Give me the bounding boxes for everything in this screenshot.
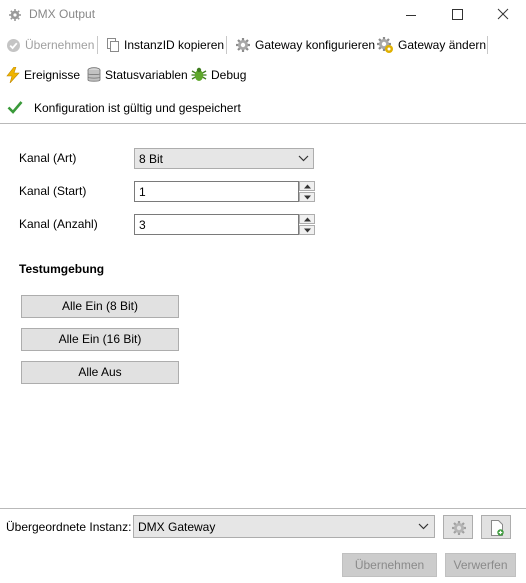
arrow-up-icon — [304, 217, 311, 222]
gear-change-icon — [377, 37, 393, 53]
window-title: DMX Output — [29, 7, 96, 21]
new-parent-button[interactable] — [481, 515, 511, 539]
close-icon — [497, 8, 509, 20]
checkmark-icon — [7, 101, 23, 114]
spin-up-button[interactable] — [299, 214, 315, 224]
divider — [0, 123, 526, 124]
database-icon — [87, 67, 101, 82]
gear-icon — [9, 9, 21, 21]
toolbar-separator — [226, 36, 227, 54]
toolbar-separator — [487, 36, 488, 54]
arrow-down-icon — [304, 228, 311, 233]
toolbar-separator — [97, 36, 98, 54]
toolbar-main: Übernehmen InstanzID kopieren Gateway ko… — [0, 30, 526, 60]
channel-start-value: 1 — [139, 185, 146, 199]
change-gateway-label: Gateway ändern — [398, 38, 487, 52]
gear-icon — [452, 521, 466, 535]
toolbar-secondary: Ereignisse Statusvariablen Debug — [0, 60, 526, 90]
copy-instance-id-label: InstanzID kopieren — [124, 38, 225, 52]
change-gateway-button[interactable]: Gateway ändern — [376, 35, 486, 55]
check-circle-icon — [7, 38, 20, 52]
spin-down-button[interactable] — [299, 192, 315, 202]
spin-up-button[interactable] — [299, 181, 315, 191]
channel-start-spinner — [299, 181, 315, 202]
minimize-icon — [406, 15, 416, 16]
title-bar: DMX Output — [0, 0, 526, 30]
events-label: Ereignisse — [24, 68, 81, 82]
channel-start-label: Kanal (Start) — [19, 184, 87, 198]
channel-count-input[interactable]: 3 — [134, 214, 299, 235]
chevron-down-icon — [298, 155, 309, 162]
bug-icon — [191, 67, 207, 81]
apply-toolbar-button[interactable]: Übernehmen — [6, 35, 94, 55]
apply-toolbar-label: Übernehmen — [25, 38, 95, 52]
arrow-down-icon — [304, 195, 311, 200]
all-on-8bit-button[interactable]: Alle Ein (8 Bit) — [21, 295, 179, 318]
channel-count-spinner — [299, 214, 315, 235]
apply-button[interactable]: Übernehmen — [342, 553, 437, 577]
chevron-down-icon — [418, 523, 429, 530]
channel-type-select[interactable]: 8 Bit — [134, 148, 314, 169]
debug-button[interactable]: Debug — [191, 65, 246, 85]
arrow-up-icon — [304, 184, 311, 189]
minimize-button[interactable] — [388, 0, 434, 30]
parent-instance-select[interactable]: DMX Gateway — [133, 515, 435, 538]
gear-icon — [236, 38, 250, 52]
copy-instance-id-button[interactable]: InstanzID kopieren — [106, 35, 224, 55]
status-text: Konfiguration ist gültig und gespeichert — [34, 101, 241, 115]
copy-icon — [107, 38, 119, 52]
debug-label: Debug — [211, 68, 247, 82]
channel-count-value: 3 — [139, 218, 146, 232]
parent-instance-value: DMX Gateway — [138, 520, 216, 534]
maximize-button[interactable] — [434, 0, 480, 30]
maximize-icon — [452, 9, 463, 20]
configure-gateway-button[interactable]: Gateway konfigurieren — [235, 35, 375, 55]
configure-gateway-label: Gateway konfigurieren — [255, 38, 376, 52]
lightning-icon — [6, 67, 20, 83]
events-button[interactable]: Ereignisse — [6, 65, 80, 85]
status-variables-label: Statusvariablen — [105, 68, 188, 82]
all-on-16bit-button[interactable]: Alle Ein (16 Bit) — [21, 328, 179, 351]
spin-down-button[interactable] — [299, 225, 315, 235]
channel-start-input[interactable]: 1 — [134, 181, 299, 202]
status-variables-button[interactable]: Statusvariablen — [87, 65, 188, 85]
parent-instance-label: Übergeordnete Instanz: — [6, 520, 132, 534]
test-section-title: Testumgebung — [19, 262, 105, 276]
status-message: Konfiguration ist gültig und gespeichert — [0, 92, 526, 122]
configure-parent-button[interactable] — [443, 515, 473, 539]
channel-count-label: Kanal (Anzahl) — [19, 217, 98, 231]
close-button[interactable] — [480, 0, 526, 30]
channel-type-label: Kanal (Art) — [19, 151, 77, 165]
discard-button[interactable]: Verwerfen — [445, 553, 516, 577]
channel-type-value: 8 Bit — [139, 152, 164, 166]
new-document-icon — [491, 520, 504, 536]
all-off-button[interactable]: Alle Aus — [21, 361, 179, 384]
divider — [0, 508, 526, 509]
